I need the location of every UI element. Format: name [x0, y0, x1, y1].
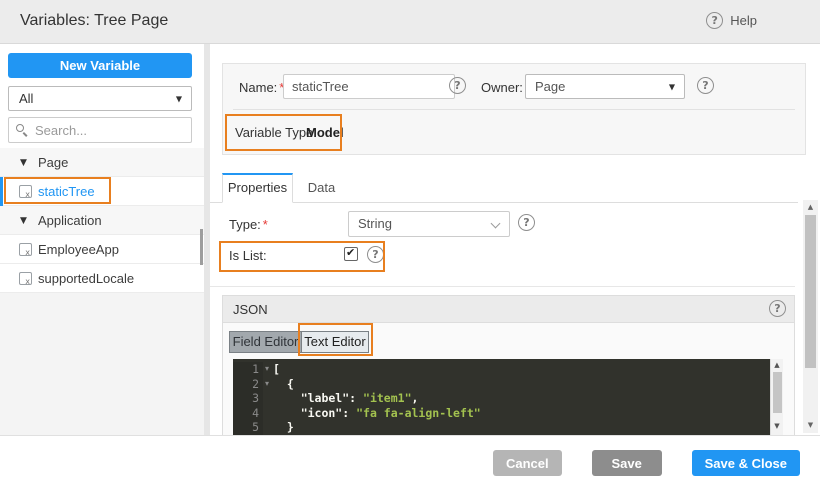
- is-list-checkbox[interactable]: ✔: [344, 246, 358, 261]
- tab-properties[interactable]: Properties: [222, 173, 293, 203]
- json-help-icon[interactable]: ?: [769, 300, 786, 317]
- type-value: String: [358, 216, 392, 231]
- fold-caret-icon[interactable]: ▾: [265, 377, 269, 392]
- scroll-up-icon[interactable]: ▲: [803, 203, 818, 211]
- variable-icon: x: [19, 185, 32, 199]
- text-editor-button[interactable]: Text Editor: [302, 331, 369, 353]
- is-list-help-icon[interactable]: ?: [367, 246, 384, 263]
- name-help-icon[interactable]: ?: [449, 77, 466, 94]
- search-icon: [16, 124, 29, 137]
- tree-item-statictree[interactable]: x staticTree: [0, 177, 204, 206]
- collapse-caret-icon[interactable]: ▼: [20, 216, 27, 226]
- owner-value: Page: [535, 79, 566, 94]
- tree-item-label: supportedLocale: [38, 271, 135, 286]
- sidebar-filler: [0, 293, 204, 435]
- collapse-caret-icon[interactable]: ▼: [20, 158, 27, 168]
- type-label: Type: *: [229, 217, 268, 232]
- scroll-down-icon[interactable]: ▼: [803, 421, 818, 429]
- new-variable-button[interactable]: New Variable: [8, 53, 192, 78]
- code-line: 4 "icon": "fa fa-align-left": [233, 405, 783, 420]
- variable-summary-panel: Name:* ? Owner:* Page ▼ ? Variable Type:…: [222, 63, 806, 155]
- code-line: 3 "label": "item1",: [233, 391, 783, 406]
- variable-filter-select[interactable]: All ▼: [8, 86, 192, 111]
- name-input[interactable]: [283, 74, 455, 99]
- page-title: Variables: Tree Page: [20, 12, 169, 29]
- help-icon[interactable]: ?: [706, 12, 724, 29]
- tree-group-label: Page: [38, 155, 69, 170]
- field-editor-button[interactable]: Field Editor: [229, 331, 302, 353]
- type-help-icon[interactable]: ?: [518, 214, 535, 231]
- dialog-footer: Cancel Save Save & Close: [0, 435, 820, 491]
- dropdown-arrow-icon: ▼: [668, 82, 675, 91]
- checkmark-icon: ✔: [346, 246, 356, 259]
- tab-data[interactable]: Data: [293, 173, 350, 203]
- cancel-button[interactable]: Cancel: [492, 450, 562, 476]
- selection-indicator: [0, 177, 3, 206]
- code-line: 2 ▾ {: [233, 376, 783, 392]
- tree-group-page[interactable]: ▼ Page: [0, 148, 204, 177]
- tree-item-supportedlocale[interactable]: x supportedLocale: [0, 264, 204, 293]
- dialog-header: Variables: Tree Page ? Help: [0, 0, 820, 44]
- variable-type-value: Model: [306, 125, 344, 140]
- search-input[interactable]: [35, 119, 185, 141]
- json-code-editor[interactable]: 1 ▾ [ 2 ▾ { 3 "label": "item1", 4 "icon": …: [233, 359, 783, 435]
- code-line: 1 ▾ [: [233, 362, 783, 377]
- fold-caret-icon[interactable]: ▾: [265, 362, 269, 377]
- owner-help-icon[interactable]: ?: [697, 77, 714, 94]
- json-section-header: JSON ?: [223, 296, 794, 323]
- dropdown-arrow-icon: ▼: [175, 94, 182, 103]
- sidebar-scrollbar[interactable]: [200, 229, 203, 265]
- tree-item-label: EmployeeApp: [38, 242, 119, 257]
- required-marker: *: [262, 217, 268, 232]
- variable-icon: x: [19, 243, 32, 257]
- variable-type-label: Variable Type:: [235, 125, 317, 140]
- tree-group-label: Application: [38, 213, 102, 228]
- save-and-close-button[interactable]: Save & Close: [691, 450, 800, 476]
- tree-item-employeeapp[interactable]: x EmployeeApp: [0, 235, 204, 264]
- scroll-up-icon[interactable]: ▲: [771, 361, 783, 369]
- help-button[interactable]: ? Help: [706, 12, 757, 29]
- panel-scrollbar[interactable]: ▲ ▼: [803, 200, 818, 433]
- json-section: JSON ? Field Editor Text Editor 1 ▾ [ 2 ▾ …: [222, 295, 795, 435]
- variables-sidebar: New Variable All ▼ ▼ Page x staticTree ▼…: [0, 44, 204, 435]
- editor-scrollbar[interactable]: ▲ ▼: [770, 359, 783, 435]
- variable-icon: x: [19, 272, 32, 286]
- is-list-label: Is List:: [229, 248, 267, 263]
- editor-scroll-thumb[interactable]: [773, 372, 782, 413]
- variables-tree: ▼ Page x staticTree ▼ Application x Empl…: [0, 148, 204, 293]
- owner-select[interactable]: Page ▼: [525, 74, 685, 99]
- tree-group-application[interactable]: ▼ Application: [0, 206, 204, 235]
- scroll-down-icon[interactable]: ▼: [771, 422, 783, 430]
- detail-tab-bar: Properties Data: [210, 173, 798, 203]
- help-label: Help: [730, 13, 757, 28]
- search-box[interactable]: [8, 117, 192, 143]
- properties-form: Type: * String ? Is List: ✔ ?: [210, 203, 795, 287]
- json-title: JSON: [233, 302, 268, 317]
- chevron-down-icon: [490, 218, 501, 229]
- owner-label: Owner:*: [481, 80, 530, 95]
- panel-scroll-thumb[interactable]: [805, 215, 816, 368]
- divider: [233, 109, 795, 110]
- code-line: 5 }: [233, 420, 783, 435]
- tree-item-label: staticTree: [38, 184, 95, 199]
- variable-detail-panel: Name:* ? Owner:* Page ▼ ? Variable Type:…: [210, 44, 820, 435]
- name-label: Name: *: [239, 80, 285, 95]
- type-select[interactable]: String: [348, 211, 510, 237]
- save-button[interactable]: Save: [591, 450, 662, 476]
- filter-value: All: [19, 91, 34, 106]
